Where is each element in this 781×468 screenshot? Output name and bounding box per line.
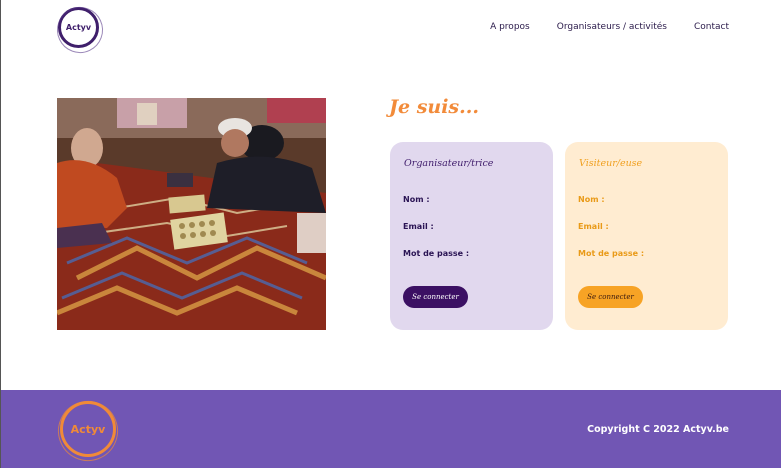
- card-title: Organisateur/trice: [404, 158, 494, 169]
- password-field-label[interactable]: Mot de passe :: [578, 249, 644, 258]
- name-field-label[interactable]: Nom :: [403, 195, 430, 204]
- visiteur-card: Visiteur/euse Nom : Email : Mot de passe…: [565, 142, 728, 330]
- logo[interactable]: Actyv: [58, 7, 99, 48]
- site-header: Actyv A propos Organisateurs / activités…: [1, 0, 781, 56]
- hero-photo-illustration: [57, 98, 326, 330]
- organisateur-login-button[interactable]: Se connecter: [403, 286, 468, 308]
- password-field-label[interactable]: Mot de passe :: [403, 249, 469, 258]
- email-field-label[interactable]: Email :: [578, 222, 609, 231]
- page-heading: Je suis...: [389, 96, 479, 118]
- site-footer: Actyv Copyright C 2022 Actyv.be: [1, 390, 781, 468]
- card-title: Visiteur/euse: [579, 158, 643, 169]
- nav-link-contact[interactable]: Contact: [694, 22, 729, 32]
- email-field-label[interactable]: Email :: [403, 222, 434, 231]
- copyright-text: Copyright C 2022 Actyv.be: [587, 424, 729, 435]
- hero-photo: [57, 98, 326, 330]
- organisateur-card: Organisateur/trice Nom : Email : Mot de …: [390, 142, 553, 330]
- main-nav: A propos Organisateurs / activités Conta…: [490, 22, 729, 32]
- nav-link-organisateurs[interactable]: Organisateurs / activités: [557, 22, 667, 32]
- footer-logo-text: Actyv: [70, 422, 106, 436]
- footer-logo[interactable]: Actyv: [60, 401, 116, 457]
- logo-text: Actyv: [65, 23, 92, 32]
- name-field-label[interactable]: Nom :: [578, 195, 605, 204]
- nav-link-a-propos[interactable]: A propos: [490, 22, 530, 32]
- visiteur-login-button[interactable]: Se connecter: [578, 286, 643, 308]
